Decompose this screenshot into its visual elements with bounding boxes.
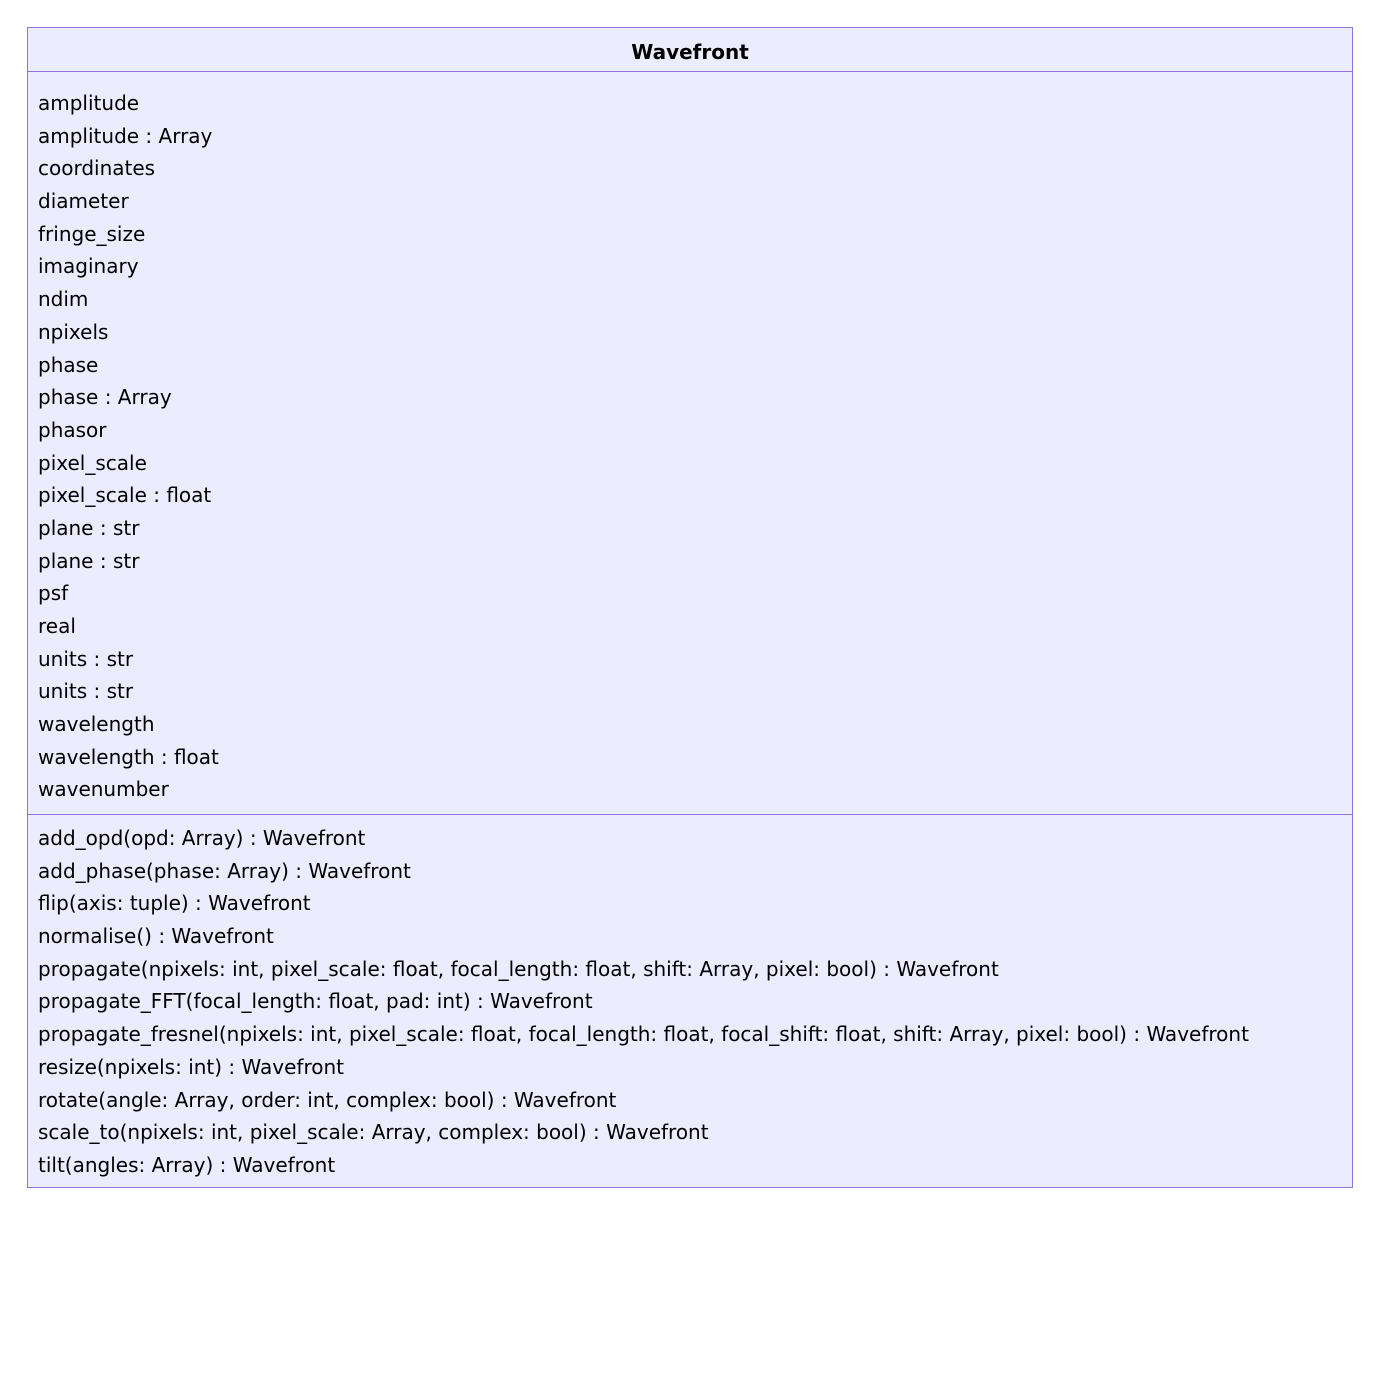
attribute-item: plane : str: [38, 515, 140, 540]
attribute-item: wavenumber: [38, 777, 169, 802]
method-item: flip(axis: tuple) : Wavefront: [38, 891, 311, 916]
class-box-wavefront: Wavefront amplitude amplitude : Array coor…: [27, 27, 1353, 1188]
methods-section: add_opd(opd: Array) : Wavefront add_phase…: [28, 815, 1352, 1187]
attribute-item: phase : Array: [38, 385, 172, 410]
method-item: propagate_FFT(focal_length: float, pad: …: [38, 989, 593, 1014]
attribute-item: imaginary: [38, 254, 139, 279]
attribute-item: phasor: [38, 417, 107, 442]
method-item: propagate(npixels: int, pixel_scale: flo…: [38, 956, 999, 981]
attribute-item: npixels: [38, 319, 109, 344]
class-name: Wavefront: [28, 28, 1352, 72]
attribute-item: psf: [38, 581, 69, 606]
method-item: rotate(angle: Array, order: int, complex…: [38, 1087, 617, 1112]
attribute-item: pixel_scale: [38, 450, 147, 475]
method-item: add_phase(phase: Array) : Wavefront: [38, 858, 411, 883]
attribute-item: amplitude : Array: [38, 123, 213, 148]
attribute-item: real: [38, 614, 76, 638]
method-item: scale_to(npixels: int, pixel_scale: Arra…: [38, 1120, 709, 1145]
attribute-item: diameter: [38, 189, 129, 214]
method-item: tilt(angles: Array) : Wavefront: [38, 1152, 336, 1177]
attribute-item: pixel_scale : float: [38, 483, 212, 508]
method-item: resize(npixels: int) : Wavefront: [38, 1054, 344, 1079]
attribute-item: fringe_size: [38, 221, 146, 246]
attribute-item: units : str: [38, 646, 134, 671]
attribute-item: ndim: [38, 287, 89, 312]
method-item: normalise() : Wavefront: [38, 924, 274, 949]
attribute-item: coordinates: [38, 156, 156, 181]
method-item: propagate_fresnel(npixels: int, pixel_sc…: [38, 1022, 1249, 1047]
attribute-item: wavelength : float: [38, 744, 219, 769]
attribute-item: wavelength: [38, 712, 155, 737]
attributes-section: amplitude amplitude : Array coordinates dia…: [28, 72, 1352, 815]
attribute-item: units : str: [38, 679, 134, 704]
attribute-item: plane : str: [38, 548, 140, 573]
method-item: add_opd(opd: Array) : Wavefront: [38, 826, 366, 850]
attribute-item: phase: [38, 352, 99, 377]
attribute-item: amplitude: [38, 91, 140, 115]
